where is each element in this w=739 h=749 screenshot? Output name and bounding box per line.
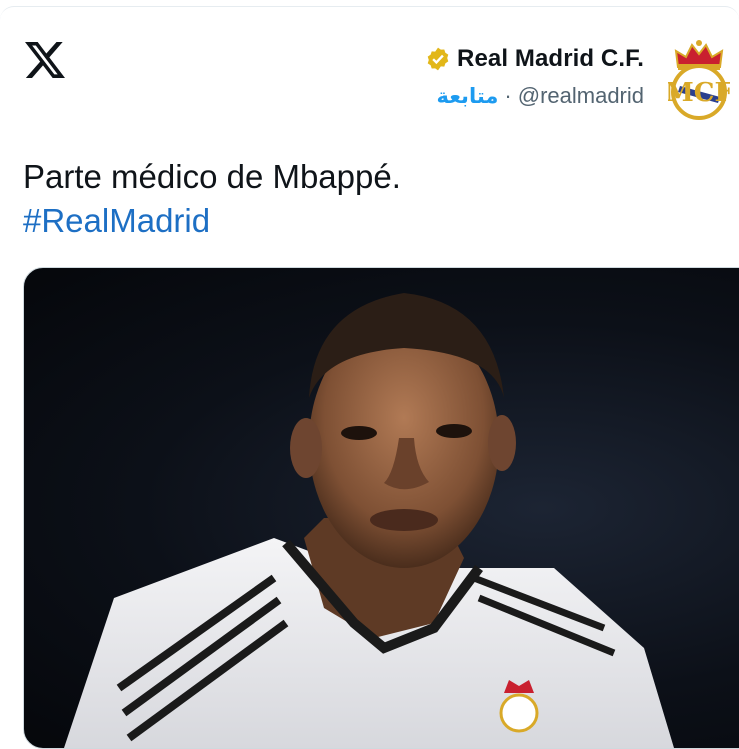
tweet-text: Parte médico de Mbappé.: [23, 158, 401, 195]
x-logo-icon[interactable]: [23, 40, 67, 80]
player-photo: [64, 293, 674, 748]
follow-button[interactable]: متابعة: [436, 84, 498, 108]
author-info: Real Madrid C.F. متابعة · @realmadrid: [425, 45, 644, 109]
tweet-card: Real Madrid C.F. متابعة · @realmadrid MC…: [0, 6, 739, 749]
real-madrid-crest-icon[interactable]: MCF: [665, 37, 734, 121]
separator-dot: ·: [504, 83, 512, 108]
verified-badge-icon: [425, 46, 451, 72]
author-display-name[interactable]: Real Madrid C.F.: [457, 45, 644, 73]
tweet-body: Parte médico de Mbappé. #RealMadrid: [23, 155, 401, 243]
svg-text:MCF: MCF: [668, 78, 730, 108]
tweet-media-photo[interactable]: [23, 267, 739, 749]
hashtag-link[interactable]: #RealMadrid: [23, 199, 401, 243]
author-handle[interactable]: @realmadrid: [518, 83, 644, 109]
